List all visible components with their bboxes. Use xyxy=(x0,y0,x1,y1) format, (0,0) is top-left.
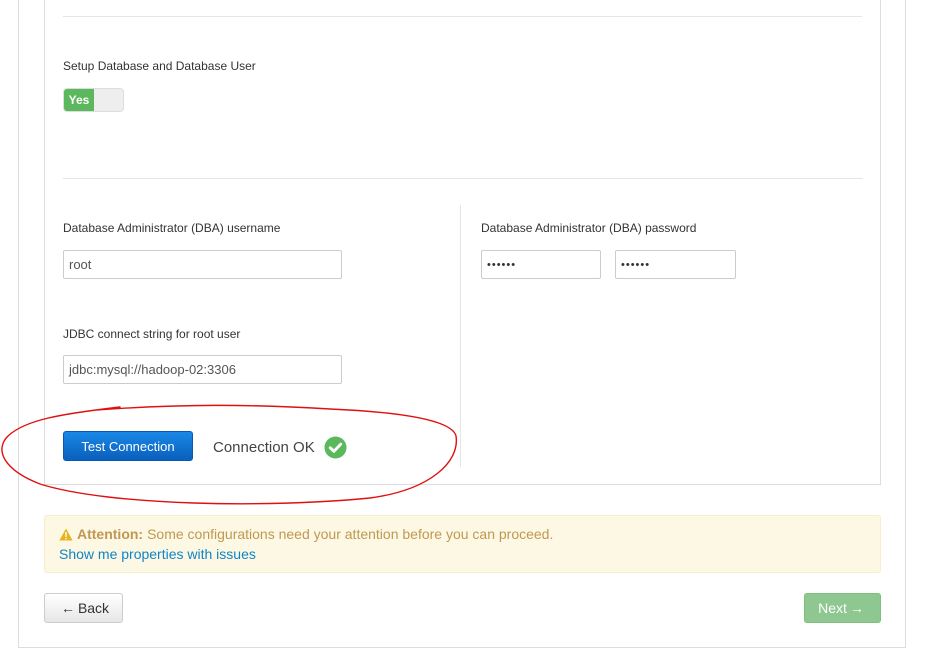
dba-username-value: root xyxy=(69,257,92,272)
left-arrow-icon: ← xyxy=(60,600,75,616)
connection-status: Connection OK xyxy=(213,436,347,459)
setup-db-toggle[interactable]: Yes xyxy=(63,88,124,112)
setup-db-label: Setup Database and Database User xyxy=(63,59,256,73)
column-divider xyxy=(460,205,461,467)
alert-message-line: Attention: Some configurations need your… xyxy=(59,526,553,542)
jdbc-value: jdbc:mysql://hadoop-02:3306 xyxy=(69,362,236,377)
divider-middle xyxy=(63,178,863,179)
attention-alert: Attention: Some configurations need your… xyxy=(44,515,881,573)
show-properties-link[interactable]: Show me properties with issues xyxy=(59,546,256,562)
connection-status-text: Connection OK xyxy=(213,439,315,456)
next-button[interactable]: Next → xyxy=(804,593,881,623)
dba-password-confirm-input[interactable]: •••••• xyxy=(615,250,736,279)
back-button[interactable]: ← Back xyxy=(44,593,123,623)
toggle-yes-state: Yes xyxy=(64,89,94,111)
jdbc-label: JDBC connect string for root user xyxy=(63,327,241,341)
warning-icon xyxy=(59,528,73,540)
dba-username-input[interactable]: root xyxy=(63,250,342,279)
back-button-label: Back xyxy=(77,600,110,616)
check-circle-icon xyxy=(324,436,347,459)
alert-message: Some configurations need your attention … xyxy=(147,526,554,542)
dba-password-input[interactable]: •••••• xyxy=(481,250,601,279)
dba-password-label: Database Administrator (DBA) password xyxy=(481,221,697,235)
alert-title: Attention: xyxy=(77,526,144,542)
right-arrow-icon: → xyxy=(849,600,864,616)
next-button-label: Next xyxy=(818,600,847,616)
test-connection-button[interactable]: Test Connection xyxy=(63,431,193,461)
dba-password-confirm-value: •••••• xyxy=(621,258,651,271)
dba-password-value: •••••• xyxy=(487,258,517,271)
jdbc-input[interactable]: jdbc:mysql://hadoop-02:3306 xyxy=(63,355,342,384)
divider-top xyxy=(63,16,862,17)
dba-username-label: Database Administrator (DBA) username xyxy=(63,221,281,235)
